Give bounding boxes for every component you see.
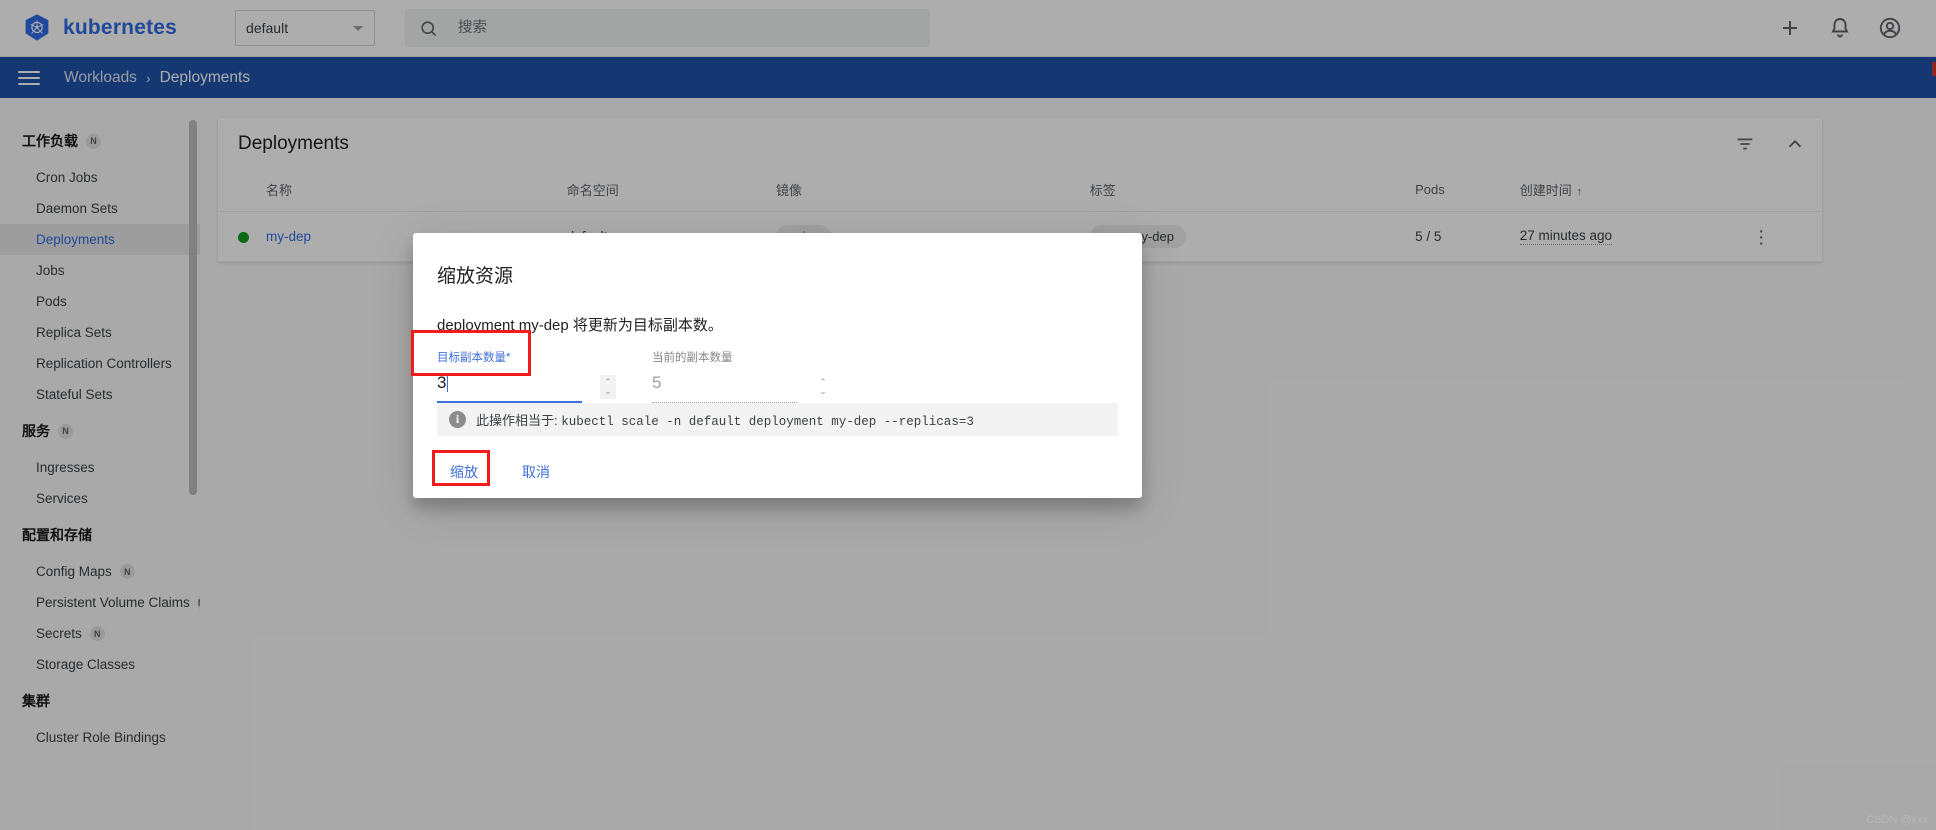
dialog-title: 缩放资源 xyxy=(437,266,514,287)
dialog-actions: 缩放 取消 xyxy=(437,453,563,491)
desired-replicas-label-text: 目标副本数量 xyxy=(437,352,506,364)
scale-confirm-button[interactable]: 缩放 xyxy=(437,453,491,491)
text-cursor xyxy=(447,374,449,392)
dialog-description: deployment my-dep 将更新为目标副本数。 xyxy=(437,317,723,334)
kubectl-equivalent-prefix: 此操作相当于: xyxy=(476,413,558,428)
watermark: CSDN @xxx xyxy=(1866,814,1928,826)
current-replicas-value: 5 xyxy=(652,373,662,392)
required-asterisk: * xyxy=(506,352,511,364)
kubectl-equivalent-banner: i 此操作相当于: kubectl scale -n default deplo… xyxy=(437,403,1118,436)
scale-resource-dialog: 缩放资源 deployment my-dep 将更新为目标副本数。 目标副本数量… xyxy=(413,233,1142,498)
desired-replicas-field[interactable]: 目标副本数量* 3 ⌃ ⌄ xyxy=(437,349,616,403)
kubectl-command: kubectl scale -n default deployment my-d… xyxy=(561,415,974,429)
current-replicas-label: 当前的副本数量 xyxy=(652,352,733,364)
replica-fields: 目标副本数量* 3 ⌃ ⌄ 当前的副本数量 5 ⌃ ⌄ xyxy=(437,349,1142,403)
current-replicas-stepper[interactable]: ⌃ ⌄ xyxy=(815,375,831,399)
kubectl-equivalent-text: 此操作相当于: kubectl scale -n default deploym… xyxy=(476,410,974,429)
info-icon: i xyxy=(449,411,466,428)
stepper-down-icon[interactable]: ⌄ xyxy=(819,387,827,396)
desired-replicas-stepper[interactable]: ⌃ ⌄ xyxy=(600,375,616,399)
desired-replicas-label: 目标副本数量* xyxy=(437,349,582,365)
current-replicas-field: 当前的副本数量 5 ⌃ ⌄ xyxy=(652,349,827,403)
kubernetes-dashboard: kubernetes default 搜索 Workloads › Deploy… xyxy=(0,0,1936,830)
cancel-button[interactable]: 取消 xyxy=(509,453,563,491)
desired-replicas-number: 3 xyxy=(437,373,447,392)
desired-replicas-value[interactable]: 3 xyxy=(437,371,582,395)
stepper-down-icon[interactable]: ⌄ xyxy=(604,387,612,396)
